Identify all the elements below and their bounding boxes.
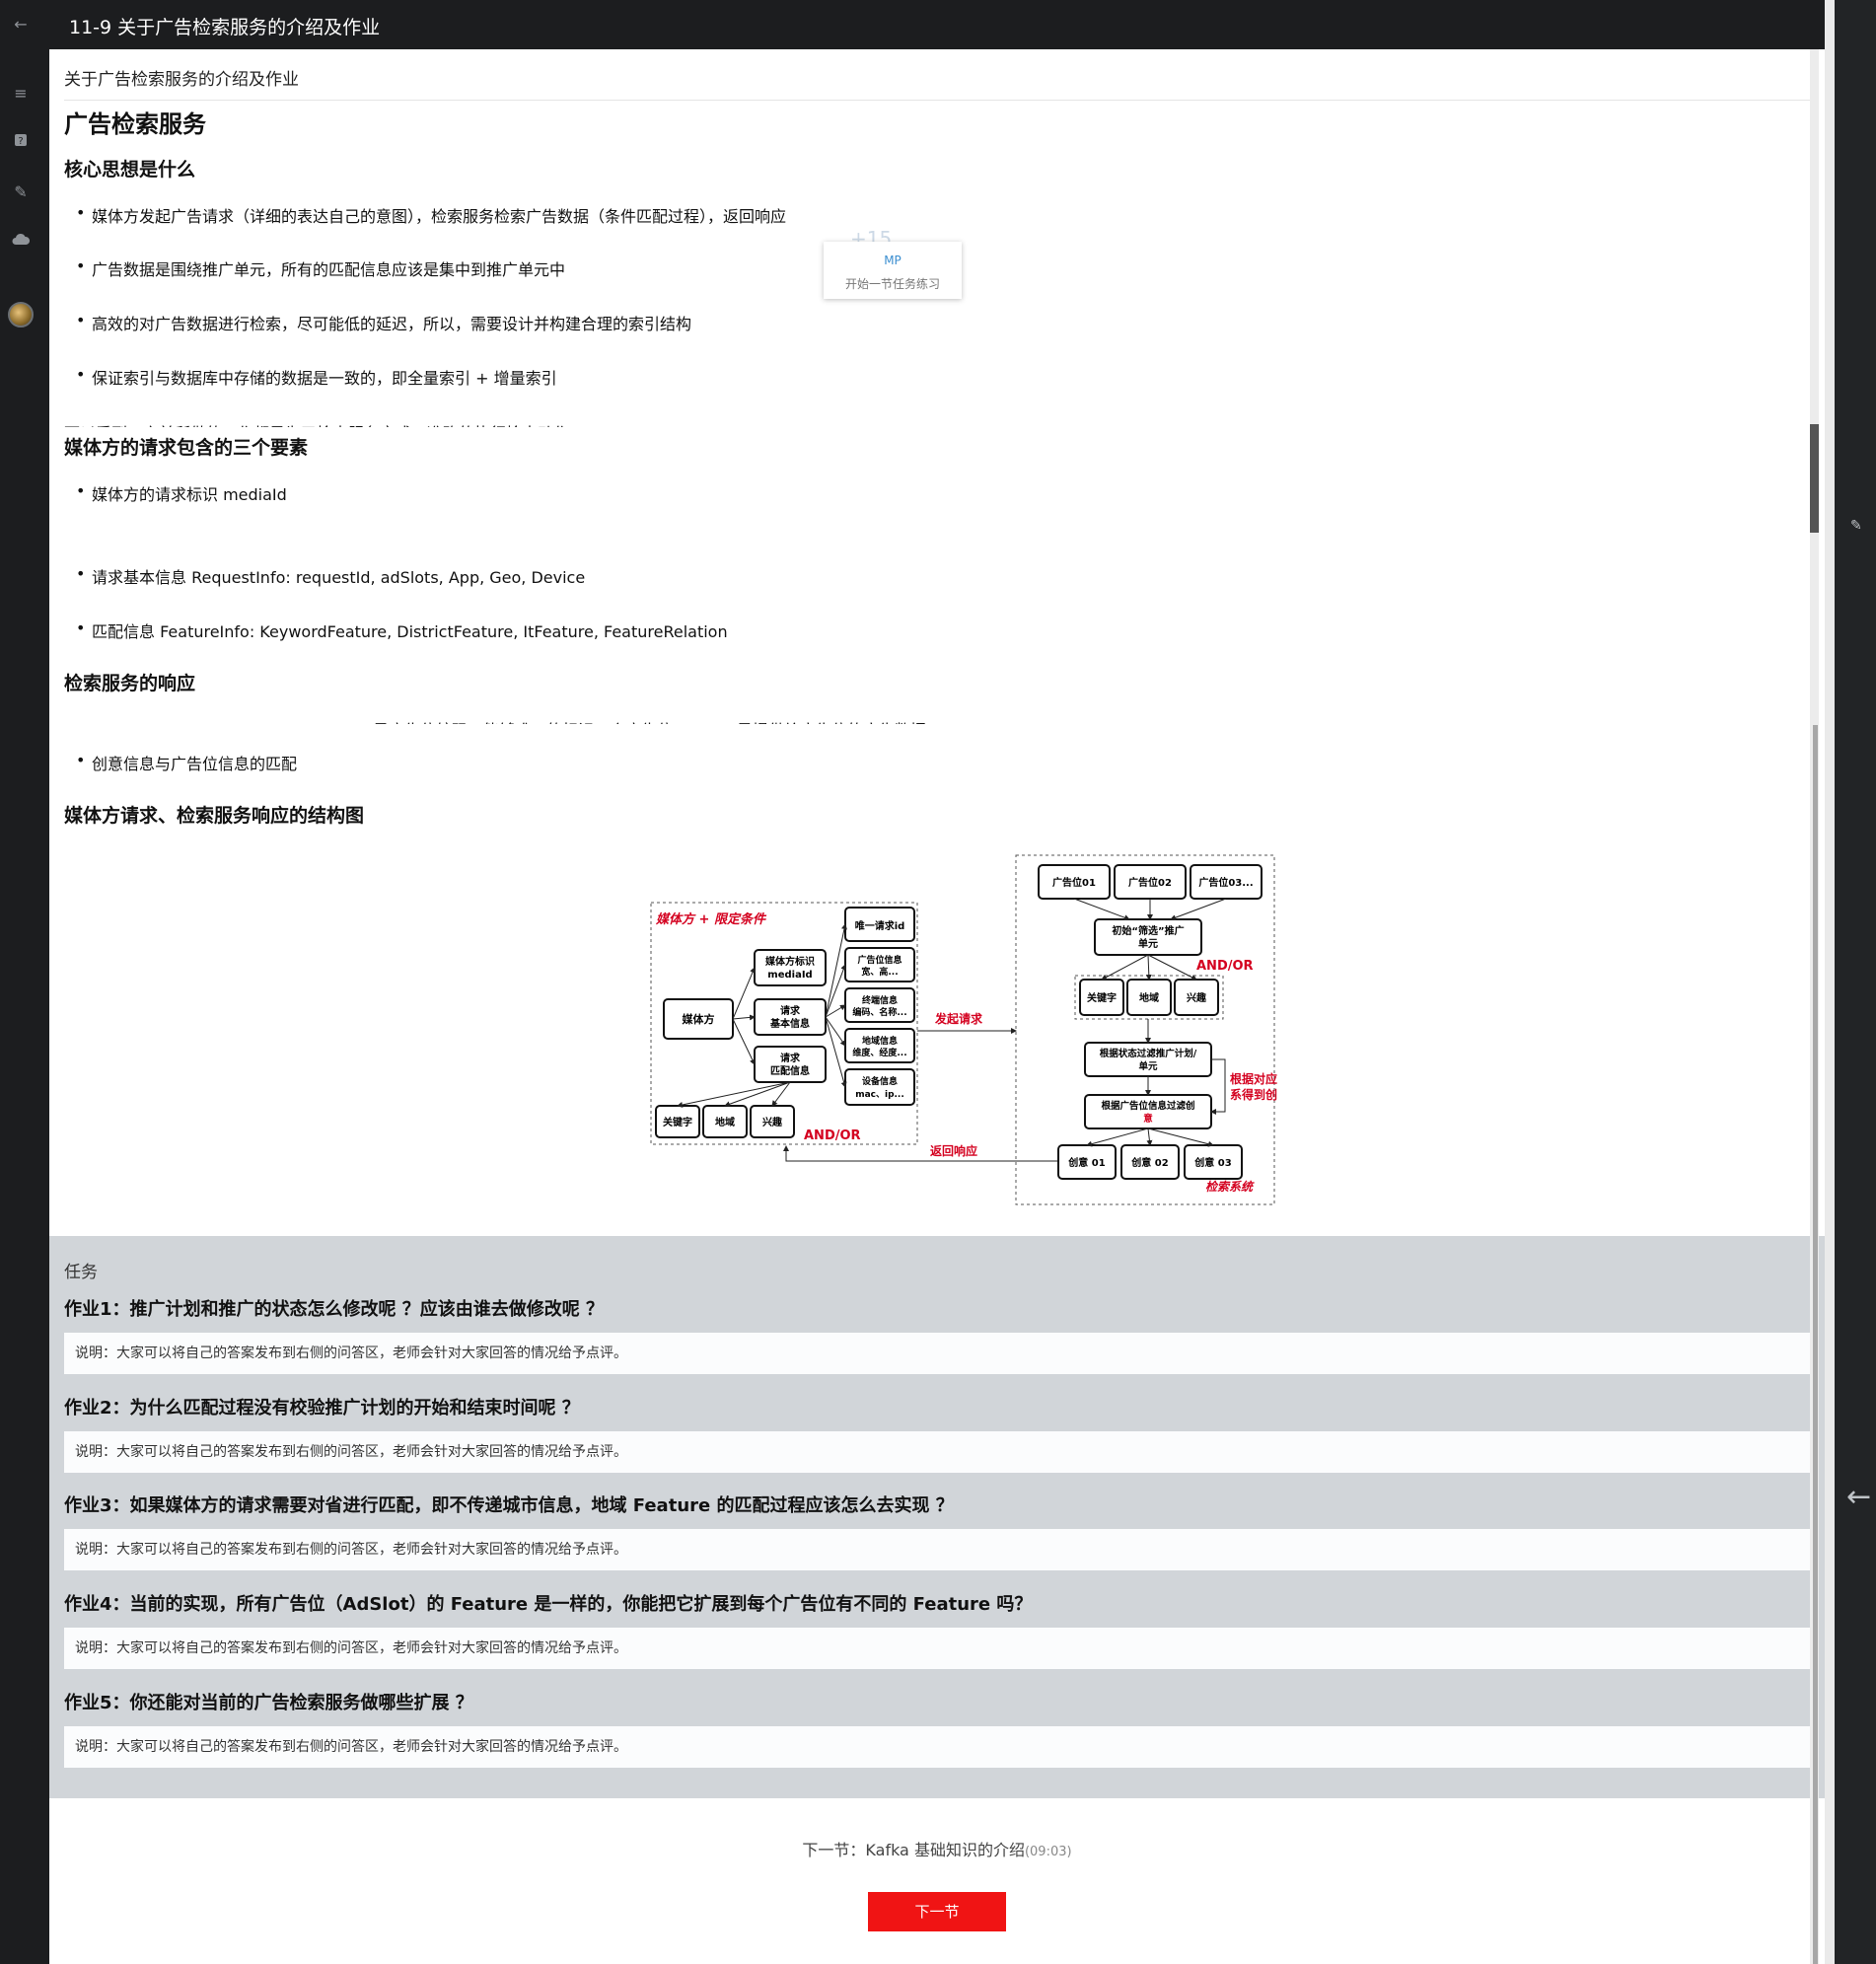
list-item: 匹配信息 FeatureInfo: KeywordFeature, Distri… xyxy=(76,618,728,642)
district-label: 地域 xyxy=(715,1116,735,1128)
relation-line2: 系得到创意 xyxy=(1230,1087,1277,1102)
geo-info-line1: 地域信息 xyxy=(862,1035,898,1047)
task-title: 作业5：你还能对当前的广告检索服务做哪些扩展 ？ xyxy=(64,1693,473,1713)
task-note: 说明：大家可以将自己的答案发布到右侧的问答区，老师会针对大家回答的情况给予点评。 xyxy=(64,1628,1810,1669)
menu-icon[interactable]: ≡ xyxy=(10,83,32,105)
list-item: 创意信息与广告位信息的匹配 xyxy=(76,751,297,774)
question-icon[interactable]: ? xyxy=(10,132,32,154)
keyword-label: 关键字 xyxy=(663,1116,692,1128)
lesson-content: 关于广告检索服务的介绍及作业 广告检索服务 核心思想是什么 媒体方发起广告请求（… xyxy=(49,49,1825,1964)
slot01-label: 广告位01 xyxy=(1052,876,1096,889)
collapse-arrow-icon[interactable]: ← xyxy=(1846,1480,1871,1514)
list-item: 高效的对广告数据进行检索，尽可能低的延迟，所以，需要设计并构建合理的索引结构 xyxy=(76,311,691,334)
core-heading: 核心思想是什么 xyxy=(64,159,196,181)
tasks-label: 任务 xyxy=(64,1263,98,1282)
and-or-left: AND/OR xyxy=(804,1128,861,1143)
district-label-right: 地域 xyxy=(1139,991,1159,1004)
slot03-label: 广告位03... xyxy=(1198,876,1253,889)
return-response-label: 返回响应 xyxy=(930,1143,977,1158)
next-lesson-duration: (09:03) xyxy=(1024,1845,1072,1859)
keyword-label-right: 关键字 xyxy=(1087,991,1117,1004)
scrollbar-thumb[interactable] xyxy=(1810,424,1819,533)
list-item: 保证索引与数据库中存储的数据是一致的，即全量索引 + 增量索引 xyxy=(76,365,557,389)
interest-label-right: 兴趣 xyxy=(1187,991,1207,1004)
request-heading: 媒体方的请求包含的三个要素 xyxy=(64,437,309,459)
list-item: 广告数据是围绕推广单元，所有的匹配信息应该是集中到推广单元中 xyxy=(76,256,565,280)
clipped-text: Map<String, List> adSlot2Ads: key 是广告位编码… xyxy=(92,717,926,724)
and-or-right: AND/OR xyxy=(1196,959,1254,974)
avatar[interactable] xyxy=(8,302,34,327)
creative03-label: 创意 03 xyxy=(1193,1156,1231,1169)
slot02-label: 广告位02 xyxy=(1128,876,1172,889)
device-info-line2: mac、ip... xyxy=(855,1090,904,1100)
app-info-line2: 编码、名称... xyxy=(852,1006,906,1018)
task-note: 说明：大家可以将自己的答案发布到右侧的问答区，老师会针对大家回答的情况给予点评。 xyxy=(64,1726,1810,1768)
left-title: 媒体方 + 限定条件 xyxy=(655,911,767,927)
app-info-line1: 终端信息 xyxy=(861,994,898,1006)
media-label: 媒体方 xyxy=(682,1012,715,1026)
media-id-line1: 媒体方标识 xyxy=(764,955,815,968)
main-heading: 广告检索服务 xyxy=(64,110,206,138)
structure-diagram: 媒体方 + 限定条件 媒体方 媒体方标识 mediaId 请求 基本信息 请求 … xyxy=(650,854,1277,1205)
task-title: 作业1：推广计划和推广的状态怎么修改呢 ？应该由谁去做修改呢 ？ xyxy=(64,1299,605,1320)
left-rail: ← ≡ ? ✎ xyxy=(0,0,49,1964)
match-info-line1: 请求 xyxy=(780,1052,801,1064)
popup-badge: MP xyxy=(884,254,902,267)
lesson-title: 11-9 关于广告检索服务的介绍及作业 xyxy=(69,17,381,38)
creative02-label: 创意 02 xyxy=(1130,1156,1168,1169)
tasks-section: 任务 作业1：推广计划和推广的状态怎么修改呢 ？应该由谁去做修改呢 ？ 说明：大… xyxy=(49,1236,1825,1798)
task-title: 作业2：为什么匹配过程没有校验推广计划的开始和结束时间呢 ？ xyxy=(64,1398,580,1418)
task-title: 作业3：如果媒体方的请求需要对省进行匹配，即不传递城市信息，地域 Feature… xyxy=(64,1495,954,1516)
basic-info-line1: 请求 xyxy=(780,1004,801,1017)
slot-filter-line1: 根据广告位信息过滤创 xyxy=(1101,1100,1194,1112)
top-bar: 11-9 关于广告检索服务的介绍及作业 xyxy=(49,0,1825,49)
svg-text:?: ? xyxy=(18,136,23,147)
task-note: 说明：大家可以将自己的答案发布到右侧的问答区，老师会针对大家回答的情况给予点评。 xyxy=(64,1529,1810,1570)
status-filter-line2: 单元 xyxy=(1138,1060,1158,1072)
list-item: 请求基本信息 RequestInfo: requestId, adSlots, … xyxy=(76,564,585,588)
request-id-label: 唯一请求id xyxy=(855,919,905,932)
geo-info-line2: 维度、经度... xyxy=(852,1047,906,1058)
divider xyxy=(64,100,1810,101)
slot-info-line2: 宽、高... xyxy=(860,966,898,978)
edit-icon[interactable]: ✎ xyxy=(1850,518,1862,534)
slot-info-line1: 广告位信息 xyxy=(857,954,902,966)
media-id-line2: mediaId xyxy=(767,970,812,981)
next-lesson-title[interactable]: 下一节：Kafka 基础知识的介绍 xyxy=(802,1841,1025,1859)
list-item: 媒体方发起广告请求（详细的表达自己的意图），检索服务检索广告数据（条件匹配过程）… xyxy=(76,203,786,227)
init-filter-line2: 单元 xyxy=(1138,937,1158,950)
practice-popup[interactable]: MP 开始一节任务练习 xyxy=(824,242,962,299)
back-arrow-icon[interactable]: ← xyxy=(10,14,32,36)
device-info-line1: 设备信息 xyxy=(862,1075,898,1087)
task-note: 说明：大家可以将自己的答案发布到右侧的问答区，老师会针对大家回答的情况给予点评。 xyxy=(64,1431,1810,1473)
system-label: 检索系统 xyxy=(1205,1180,1255,1194)
relation-line1: 根据对应关 xyxy=(1230,1071,1277,1086)
cloud-icon[interactable] xyxy=(10,231,32,253)
popup-text[interactable]: 开始一节任务练习 xyxy=(824,275,962,292)
outer-scrollbar-thumb[interactable] xyxy=(1813,725,1818,1964)
diagram-heading: 媒体方请求、检索服务响应的结构图 xyxy=(64,805,365,827)
next-lesson-button[interactable]: 下一节 xyxy=(868,1892,1006,1931)
right-panel-edge xyxy=(1825,0,1835,1964)
match-info-line2: 匹配信息 xyxy=(770,1064,810,1077)
response-heading: 检索服务的响应 xyxy=(64,673,196,694)
init-filter-line1: 初始“筛选”推广 xyxy=(1112,924,1184,937)
task-note: 说明：大家可以将自己的答案发布到右侧的问答区，老师会针对大家回答的情况给予点评。 xyxy=(64,1333,1810,1374)
clipped-text: 可以看到，之前所做的工作都是为了检索服务完成，准确的执行检索动作 xyxy=(64,420,569,427)
slot-filter-line2: 意 xyxy=(1143,1113,1153,1125)
interest-label: 兴趣 xyxy=(762,1116,783,1128)
basic-info-line2: 基本信息 xyxy=(769,1017,810,1030)
pencil-icon[interactable]: ✎ xyxy=(10,182,32,203)
status-filter-line1: 根据状态过滤推广计划/ xyxy=(1100,1048,1197,1059)
task-title: 作业4：当前的实现，所有广告位（AdSlot）的 Feature 是一样的，你能… xyxy=(64,1594,1033,1615)
section-title: 关于广告检索服务的介绍及作业 xyxy=(64,70,299,90)
list-item: 媒体方的请求标识 mediaId xyxy=(76,481,287,505)
creative01-label: 创意 01 xyxy=(1067,1156,1105,1169)
send-request-label: 发起请求 xyxy=(934,1011,983,1026)
next-lesson-text[interactable]: 下一节：Kafka 基础知识的介绍(09:03) xyxy=(49,1837,1825,1860)
